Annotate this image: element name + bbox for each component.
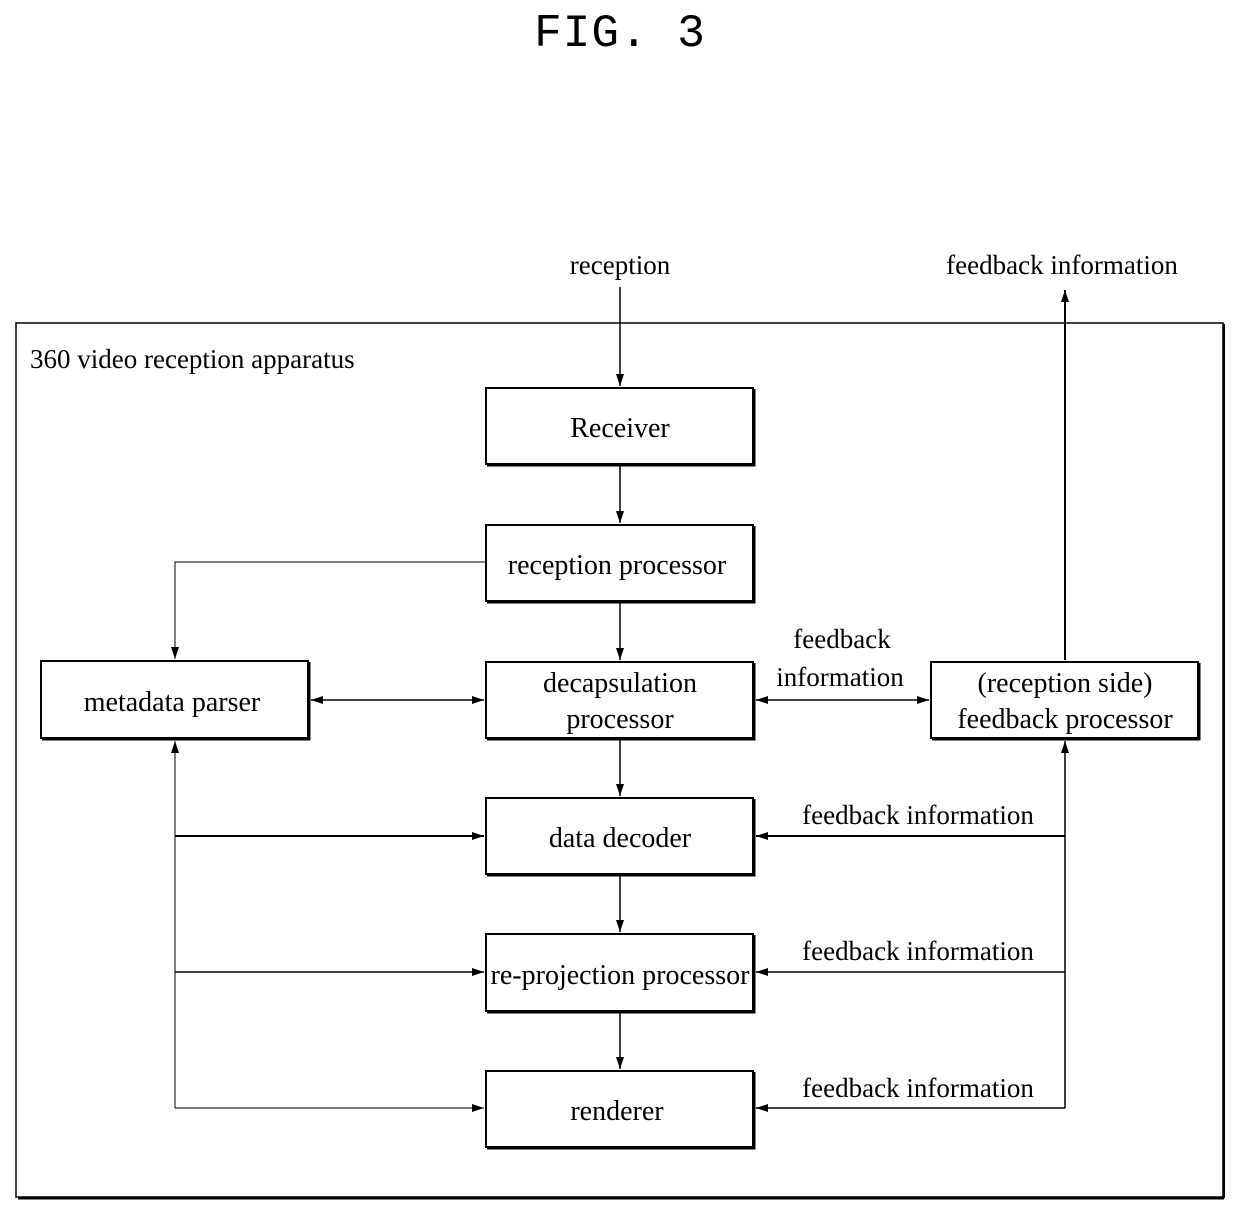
decapsulation-processor-block: decapsulation processor (485, 661, 756, 741)
reception-processor-to-metadata-arrow (171, 561, 486, 659)
reprojection-feedback-label: feedback information (802, 936, 1034, 966)
decapsulation-label-line1: decapsulation (543, 668, 697, 699)
data-decoder-label: data decoder (549, 823, 692, 854)
feedback-processor-label-line1: (reception side) (978, 668, 1153, 699)
decap-feedback-label-line1: feedback (793, 624, 891, 654)
apparatus-label: 360 video reception apparatus (30, 344, 355, 374)
metadata-parser-label: metadata parser (84, 687, 261, 718)
receiver-block: Receiver (485, 387, 756, 467)
feedback-output-label: feedback information (946, 250, 1178, 280)
reception-processor-block: reception processor (485, 524, 756, 604)
metadata-parser-block: metadata parser (40, 660, 311, 741)
renderer-block: renderer (485, 1070, 756, 1150)
decap-feedback-label-line2: information (776, 662, 904, 692)
decoder-feedback-label: feedback information (802, 800, 1034, 830)
feedback-processor-label-line2: feedback processor (957, 704, 1173, 735)
reception-input-label: reception (570, 250, 671, 280)
reprojection-processor-block: re-projection processor (485, 933, 756, 1014)
reception-processor-label: reception processor (508, 550, 727, 581)
receiver-label: Receiver (570, 413, 670, 444)
reprojection-processor-label: re-projection processor (491, 960, 751, 991)
renderer-label: renderer (570, 1096, 664, 1127)
decapsulation-label-line2: processor (566, 704, 674, 735)
data-decoder-block: data decoder (485, 797, 756, 877)
block-diagram: 360 video reception apparatus reception … (15, 250, 1225, 1200)
renderer-feedback-label: feedback information (802, 1073, 1034, 1103)
feedback-processor-block: (reception side) feedback processor (930, 661, 1201, 741)
